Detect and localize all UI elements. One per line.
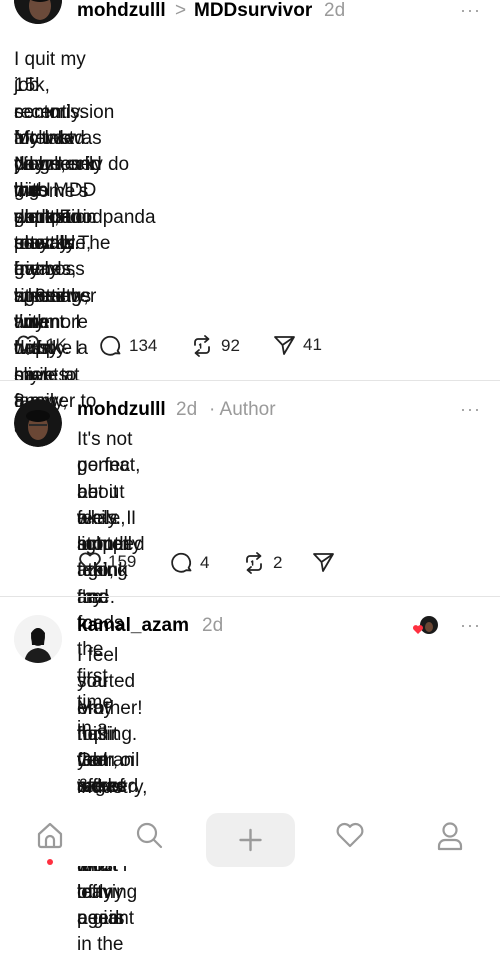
repost-icon [194, 335, 210, 357]
comment-button[interactable]: 134 [99, 334, 157, 358]
main-post: mohdzulll > MDDsurvivor 2d ··· I quit my… [0, 0, 500, 438]
like-button[interactable]: 159 [78, 551, 136, 573]
avatar-image [14, 399, 62, 447]
username[interactable]: kamal_azam [77, 615, 189, 637]
more-options-icon[interactable]: ··· [460, 615, 481, 636]
comment-icon [171, 552, 192, 573]
comment-count: 4 [200, 553, 210, 572]
nav-create[interactable] [206, 813, 295, 867]
avatar-image [14, 0, 62, 24]
avatar[interactable] [14, 615, 62, 663]
post-time: 2d [324, 0, 346, 21]
send-icon [274, 336, 295, 355]
share-count: 41 [303, 335, 322, 354]
heart-icon [336, 822, 364, 848]
heart-icon [17, 335, 39, 355]
like-button[interactable]: 1K [16, 334, 67, 356]
comment-button[interactable]: 4 [170, 551, 209, 575]
comment-icon [100, 335, 121, 356]
repost-button[interactable]: 92 [189, 334, 240, 358]
breadcrumb-separator: > [175, 0, 187, 21]
reply-post: mohdzulll 2d · Author ··· It's not perfe… [0, 381, 500, 739]
reply-time: 2d [202, 615, 224, 636]
heart-icon [79, 552, 101, 572]
search-icon [136, 822, 163, 849]
share-button[interactable] [312, 551, 336, 573]
username[interactable]: mohdzulll [77, 399, 166, 421]
nav-activity[interactable] [335, 821, 365, 854]
post-actions: 1K 134 92 41 [16, 334, 336, 360]
avatar[interactable] [14, 399, 62, 447]
repost-button[interactable]: 2 [241, 551, 282, 575]
repost-icon [246, 552, 262, 574]
bottom-nav [0, 805, 500, 867]
more-options-icon[interactable]: ··· [460, 0, 481, 21]
community-name[interactable]: MDDsurvivor [194, 0, 312, 22]
reply-actions: 159 4 2 [78, 551, 348, 577]
send-icon [313, 553, 334, 572]
share-button[interactable]: 41 [273, 334, 322, 356]
nav-notification-dot [47, 859, 53, 865]
avatar-image [14, 615, 62, 663]
profile-icon [437, 822, 463, 851]
more-options-icon[interactable]: ··· [460, 399, 481, 420]
author-tag: · Author [209, 399, 276, 420]
reply-post: kamal_azam 2d ··· I feel you brother! I … [0, 597, 500, 955]
avatar[interactable] [14, 0, 62, 24]
liked-by-author-badge [412, 614, 440, 638]
nav-home[interactable] [36, 821, 64, 854]
plus-icon [239, 828, 262, 852]
liked-by-author-icon [412, 616, 438, 634]
home-icon [37, 822, 63, 849]
repost-count: 92 [221, 336, 240, 355]
nav-profile[interactable] [436, 821, 464, 856]
like-count: 1K [46, 335, 67, 354]
nav-search[interactable] [135, 821, 163, 854]
repost-count: 2 [273, 553, 283, 572]
reply-time: 2d [176, 399, 198, 420]
like-count: 159 [108, 552, 137, 571]
username[interactable]: mohdzulll [77, 0, 166, 22]
comment-count: 134 [129, 336, 158, 355]
